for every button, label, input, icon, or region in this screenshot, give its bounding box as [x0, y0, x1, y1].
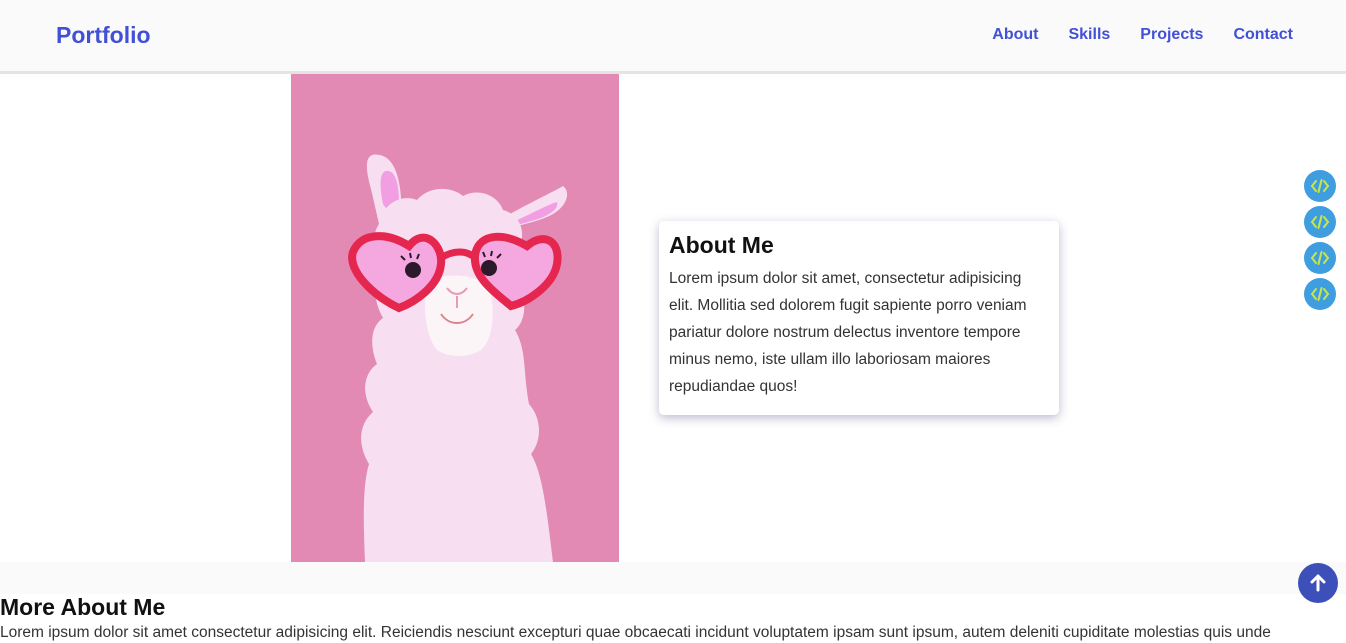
- scroll-to-top-button[interactable]: [1298, 563, 1338, 603]
- about-title: About Me: [669, 232, 774, 258]
- code-icon[interactable]: [1304, 278, 1336, 310]
- nav-link-contact[interactable]: Contact: [1233, 26, 1293, 44]
- nav-links: About Skills Projects Contact: [992, 26, 1293, 44]
- nav-link-skills[interactable]: Skills: [1068, 26, 1110, 44]
- arrow-up-icon: [1310, 574, 1326, 592]
- about-text: Lorem ipsum dolor sit amet, consectetur …: [669, 270, 1027, 395]
- code-icon[interactable]: [1304, 242, 1336, 274]
- nav-link-projects[interactable]: Projects: [1140, 26, 1203, 44]
- more-about-title: More About Me: [0, 594, 166, 620]
- section-divider: [0, 562, 1346, 594]
- navbar: Portfolio About Skills Projects Contact: [0, 0, 1346, 74]
- brand-logo[interactable]: Portfolio: [56, 22, 151, 49]
- more-about-text: Lorem ipsum dolor sit amet consectetur a…: [0, 624, 1271, 641]
- code-icon[interactable]: [1304, 206, 1336, 238]
- nav-link-about[interactable]: About: [992, 26, 1038, 44]
- code-icon[interactable]: [1304, 170, 1336, 202]
- llama-illustration: [291, 74, 619, 562]
- about-card: About Me Lorem ipsum dolor sit amet, con…: [659, 221, 1059, 415]
- side-icons: [1304, 170, 1336, 314]
